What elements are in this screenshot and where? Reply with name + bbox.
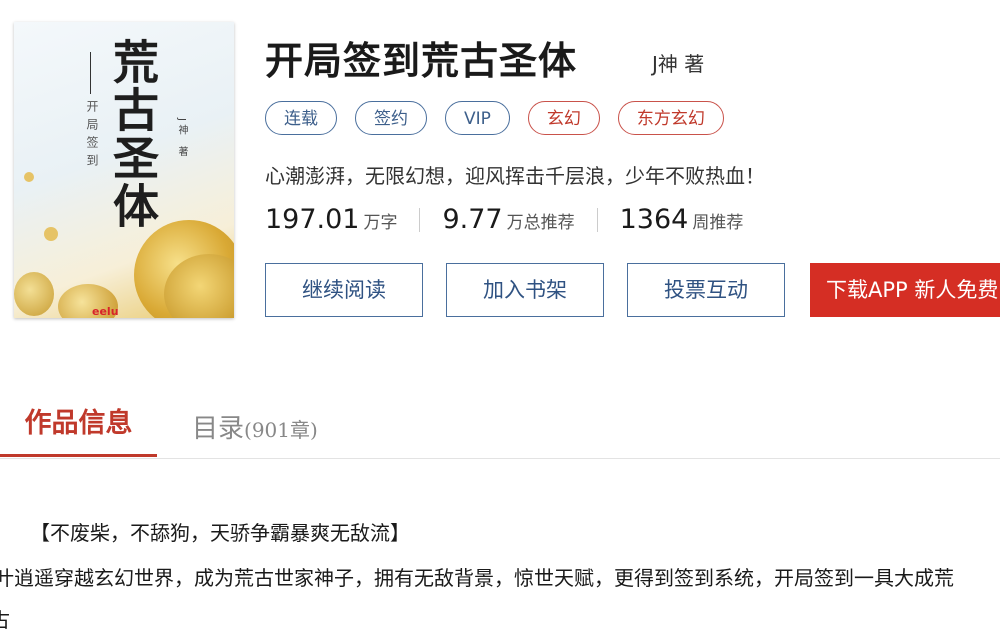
book-slogan: 心潮澎湃，无限幻想，迎风挥击千层浪，少年不败热血！ bbox=[265, 164, 765, 188]
book-title: 开局签到荒古圣体 bbox=[265, 39, 578, 83]
stat-divider bbox=[596, 207, 598, 232]
word-count-value: 197.01 bbox=[265, 204, 360, 235]
tag-serializing[interactable]: 连载 bbox=[265, 101, 337, 135]
download-app-button[interactable]: 下载APP 新人免费 bbox=[810, 263, 1000, 317]
weekly-recommend-unit: 周推荐 bbox=[692, 213, 744, 233]
total-recommend-unit: 万总推荐 bbox=[506, 213, 575, 233]
tab-catalog[interactable]: 目录(901章) bbox=[192, 408, 318, 445]
cover-subtitle: 开局签到 bbox=[85, 100, 99, 172]
total-recommend-value: 9.77 bbox=[442, 204, 503, 235]
cover-title: 荒古圣体 bbox=[106, 38, 160, 230]
intro-headline: 【不废柴，不舔狗，天骄争霸暴爽无敌流】 bbox=[30, 521, 410, 545]
word-count-stat: 197.01 万字 bbox=[265, 204, 397, 235]
cover-decoration bbox=[44, 227, 58, 241]
book-cover[interactable]: 荒古圣体 开局签到 J神 著 eelu bbox=[14, 22, 234, 318]
tag-genre-fantasy[interactable]: 玄幻 bbox=[527, 101, 600, 135]
stat-divider bbox=[419, 207, 421, 232]
tab-book-info[interactable]: 作品信息 bbox=[0, 406, 157, 457]
tab-catalog-label: 目录 bbox=[192, 414, 245, 444]
tag-subgenre-eastern-fantasy[interactable]: 东方玄幻 bbox=[617, 101, 724, 135]
book-author[interactable]: J神 著 bbox=[652, 48, 704, 77]
cover-author: J神 著 bbox=[176, 118, 187, 161]
action-bar: 继续阅读 加入书架 投票互动 bbox=[265, 263, 785, 317]
continue-reading-button[interactable]: 继续阅读 bbox=[265, 263, 423, 317]
weekly-recommend-value: 1364 bbox=[619, 204, 689, 235]
weekly-recommend-stat: 1364 周推荐 bbox=[620, 204, 744, 235]
cover-divider bbox=[90, 52, 91, 94]
tag-list: 连载 签约 VIP 玄幻 东方玄幻 bbox=[265, 101, 724, 135]
detail-tabs: 作品信息 目录(901章) bbox=[0, 398, 1000, 459]
book-stats: 197.01 万字 9.77 万总推荐 1364 周推荐 bbox=[265, 204, 743, 235]
intro-paragraph: 叶逍遥穿越玄幻世界，成为荒古世家神子，拥有无敌背景，惊世天赋，更得到签到系统，开… bbox=[0, 566, 954, 590]
vote-interaction-button[interactable]: 投票互动 bbox=[627, 263, 785, 317]
word-count-unit: 万字 bbox=[363, 213, 398, 233]
cover-decoration bbox=[24, 172, 34, 182]
book-detail-page: 荒古圣体 开局签到 J神 著 eelu 开局签到荒古圣体 J神 著 连载 签约 … bbox=[0, 0, 1000, 631]
cover-publisher-logo: eelu bbox=[92, 305, 119, 318]
tab-catalog-count: (901章) bbox=[244, 418, 318, 442]
tag-vip[interactable]: VIP bbox=[445, 101, 510, 135]
tag-signed[interactable]: 签约 bbox=[355, 101, 427, 135]
add-to-shelf-button[interactable]: 加入书架 bbox=[446, 263, 604, 317]
intro-paragraph-continued: 古 bbox=[0, 604, 10, 631]
total-recommend-stat: 9.77 万总推荐 bbox=[442, 204, 574, 235]
cover-decoration bbox=[14, 272, 54, 316]
